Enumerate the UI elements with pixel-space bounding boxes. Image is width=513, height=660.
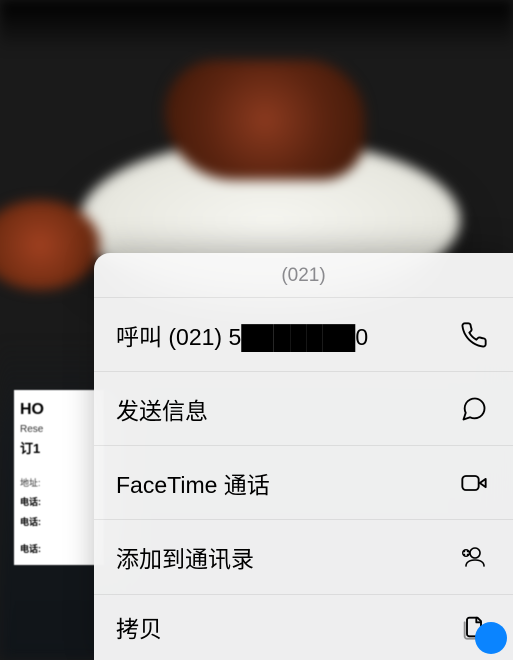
card-subtitle: Rese: [20, 422, 98, 437]
message-label: 发送信息: [116, 392, 208, 426]
copy-label: 拷贝: [116, 610, 162, 644]
facetime-action[interactable]: FaceTime 通话: [94, 445, 513, 519]
phone-icon: [459, 320, 489, 350]
phone-label-1: 电话:: [20, 496, 98, 510]
message-action[interactable]: 发送信息: [94, 371, 513, 445]
add-contact-icon: [459, 542, 489, 572]
sheet-title: (021): [94, 253, 513, 297]
call-label: 呼叫 (021) 5███████0: [116, 318, 368, 352]
addr-label: 地址:: [20, 477, 98, 491]
phone-label-2: 电话:: [20, 516, 98, 530]
card-cn: 订1: [20, 439, 98, 459]
corner-badge: [475, 622, 507, 654]
card-title: HO: [20, 398, 98, 422]
add-contact-label: 添加到通讯录: [116, 540, 254, 574]
message-icon: [459, 394, 489, 424]
reservation-card: HO Rese 订1 地址: 电话: 电话: 电话:: [14, 390, 104, 565]
phone-label-3: 电话:: [20, 543, 98, 557]
facetime-label: FaceTime 通话: [116, 466, 270, 500]
action-sheet: (021) 呼叫 (021) 5███████0 发送信息 FaceTime 通…: [94, 253, 513, 660]
copy-action[interactable]: 拷贝: [94, 594, 513, 660]
add-contact-action[interactable]: 添加到通讯录: [94, 519, 513, 593]
call-action[interactable]: 呼叫 (021) 5███████0: [94, 297, 513, 371]
video-icon: [459, 468, 489, 498]
